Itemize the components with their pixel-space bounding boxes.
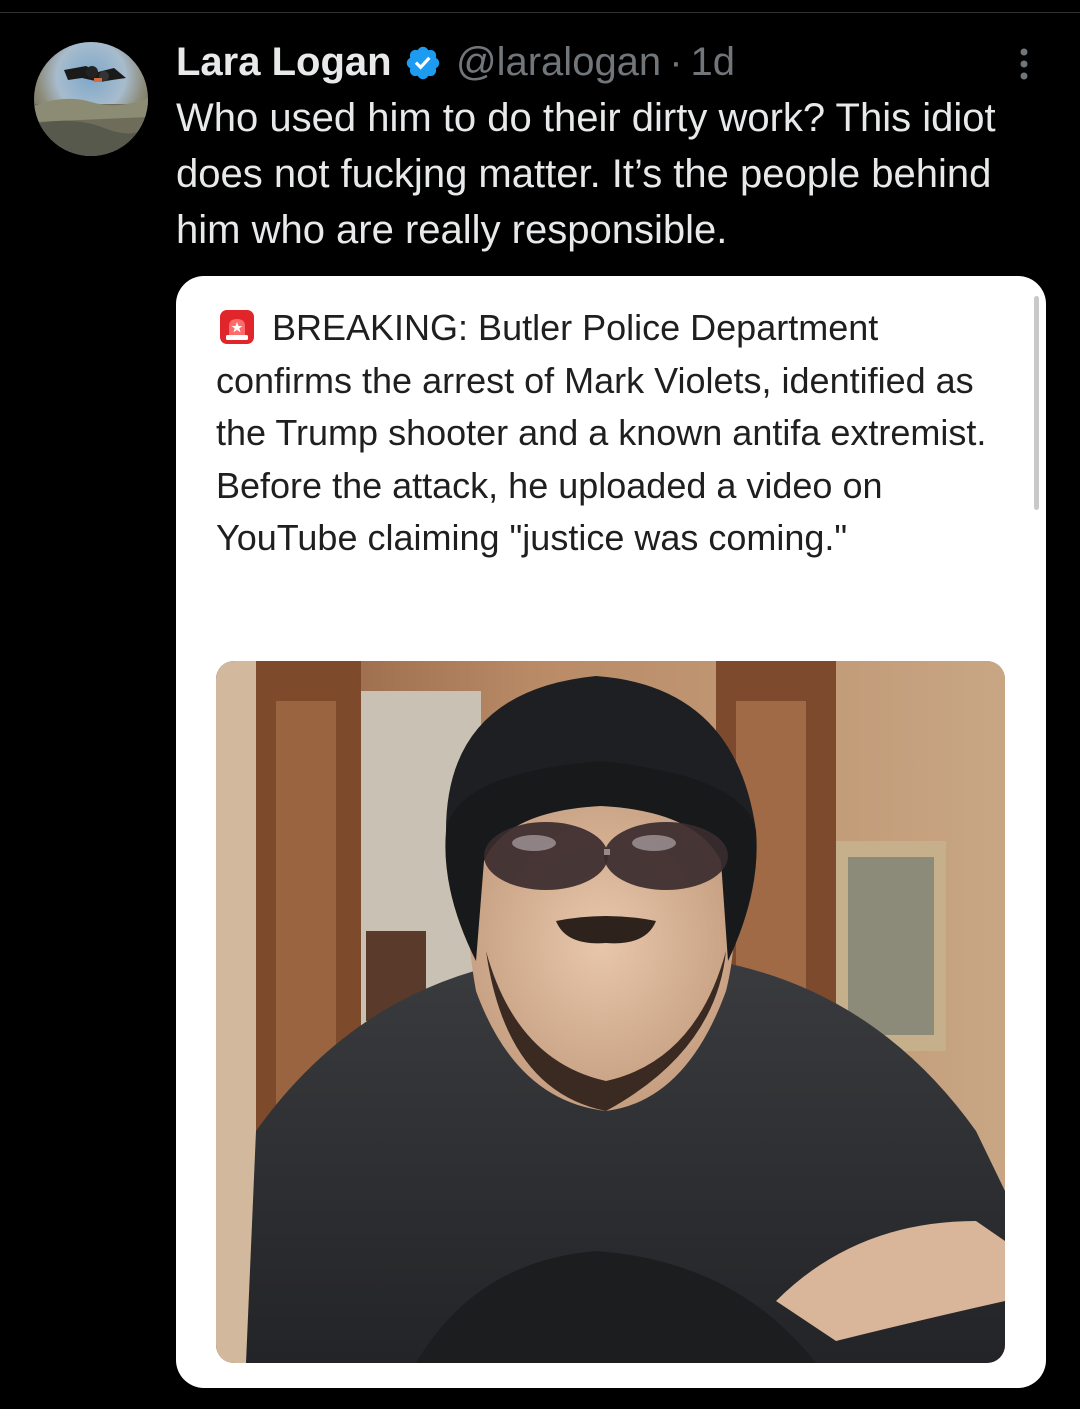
- author-avatar[interactable]: [34, 42, 148, 156]
- quoted-post-photo[interactable]: [216, 661, 1005, 1363]
- scrollbar-thumb[interactable]: [1034, 296, 1039, 510]
- quoted-post-text: BREAKING: Butler Police Department confi…: [216, 307, 987, 558]
- post-time[interactable]: 1d: [691, 40, 736, 84]
- author-handle[interactable]: @laralogan: [456, 40, 661, 84]
- top-divider: [0, 12, 1080, 13]
- tweet-text: Who used him to do their dirty work? Thi…: [176, 96, 996, 252]
- separator-dot: ·: [669, 40, 683, 84]
- verified-badge-icon: [406, 46, 440, 80]
- handle-time[interactable]: @laralogan · 1d: [456, 38, 735, 86]
- quoted-post-card[interactable]: BREAKING: Butler Police Department confi…: [176, 276, 1046, 1388]
- more-options-icon[interactable]: [1004, 44, 1044, 84]
- author-name[interactable]: Lara Logan: [176, 38, 392, 86]
